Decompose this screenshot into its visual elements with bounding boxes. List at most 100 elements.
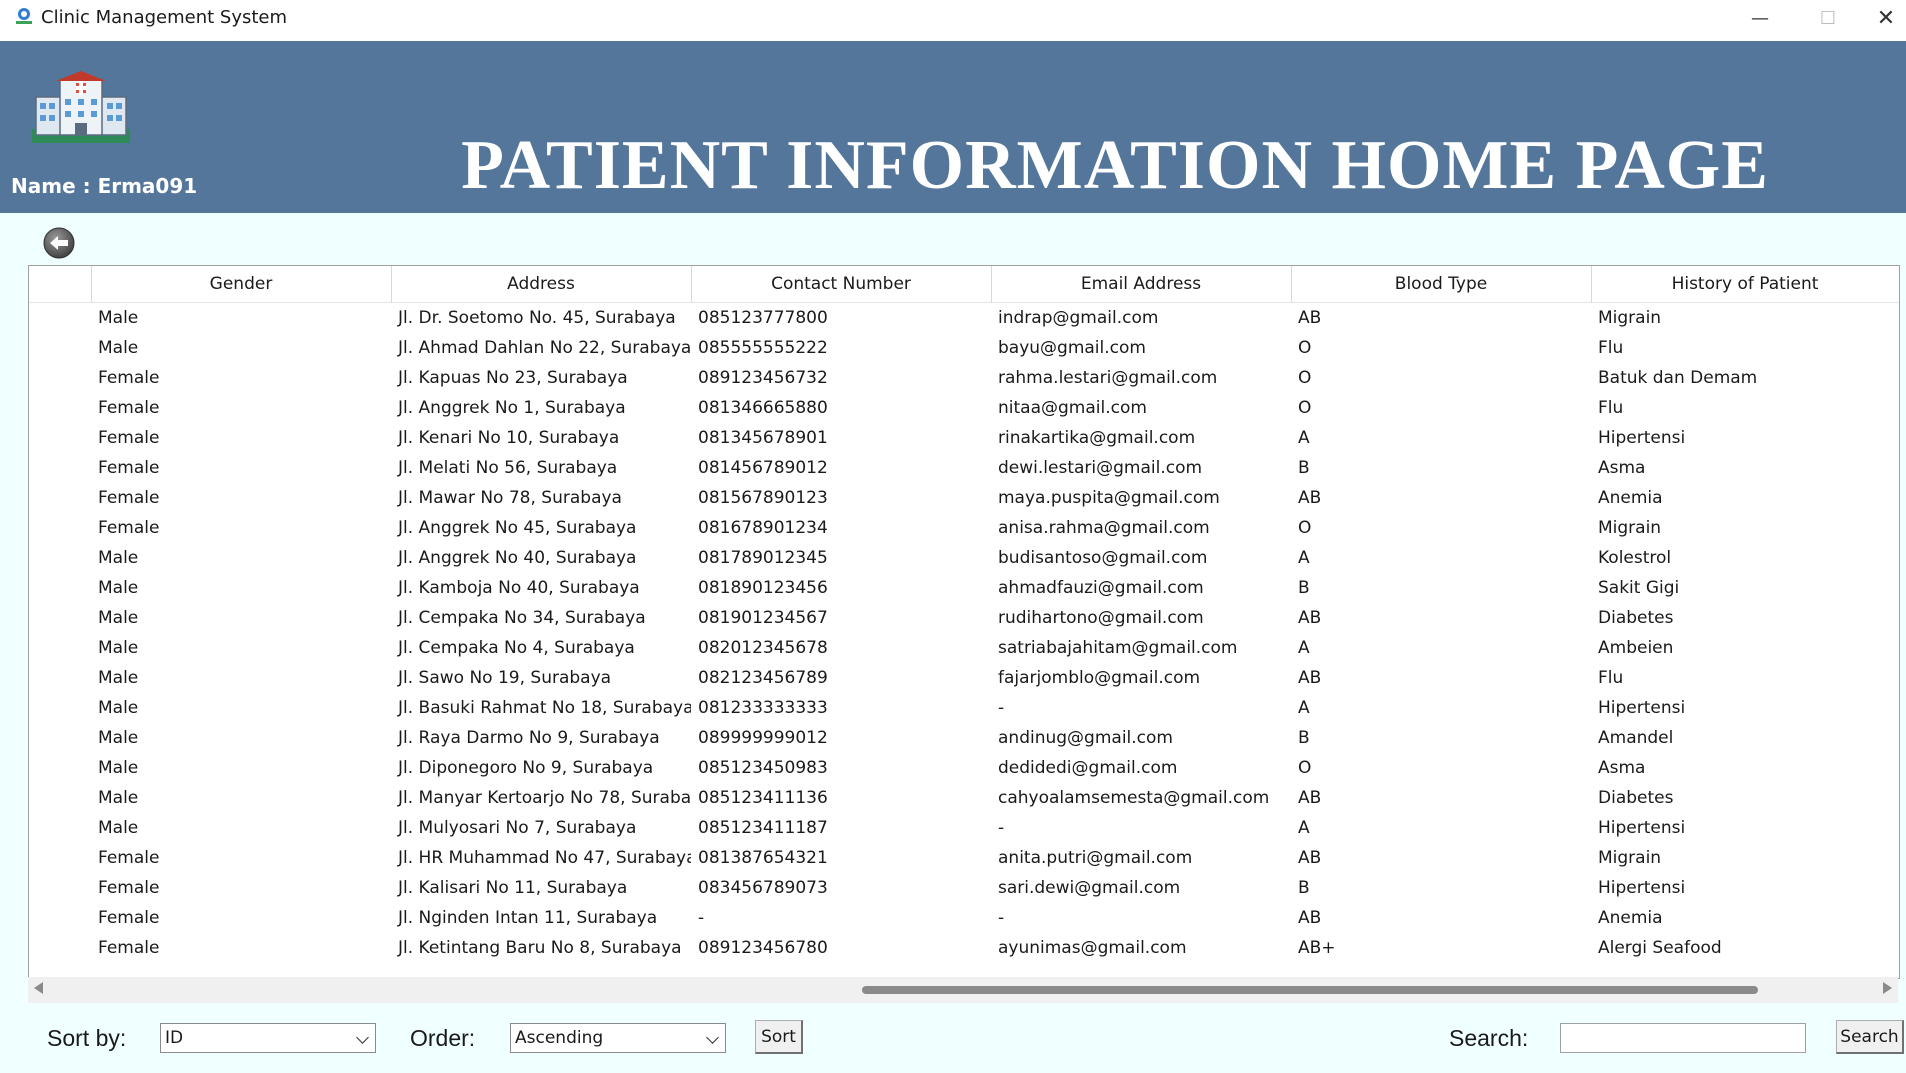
- table-cell[interactable]: Female: [91, 843, 391, 873]
- search-button[interactable]: Search: [1836, 1020, 1904, 1054]
- table-cell[interactable]: Male: [91, 753, 391, 783]
- table-cell[interactable]: Female: [91, 453, 391, 483]
- row-header-cell[interactable]: [29, 693, 91, 723]
- row-header-cell[interactable]: [29, 513, 91, 543]
- row-header-cell[interactable]: [29, 813, 91, 843]
- table-cell[interactable]: 081901234567: [691, 603, 991, 633]
- table-cell[interactable]: Female: [91, 873, 391, 903]
- table-cell[interactable]: ahmadfauzi@gmail.com: [991, 573, 1291, 603]
- table-cell[interactable]: 082012345678: [691, 633, 991, 663]
- table-cell[interactable]: Jl. Melati No 56, Surabaya: [391, 453, 691, 483]
- table-cell[interactable]: AB: [1291, 663, 1591, 693]
- table-cell[interactable]: 081678901234: [691, 513, 991, 543]
- table-cell[interactable]: 085123411136: [691, 783, 991, 813]
- table-cell[interactable]: AB: [1291, 603, 1591, 633]
- table-cell[interactable]: O: [1291, 753, 1591, 783]
- table-cell[interactable]: Asma: [1591, 753, 1899, 783]
- row-header-cell[interactable]: [29, 633, 91, 663]
- horizontal-scrollbar[interactable]: [28, 977, 1898, 1003]
- table-cell[interactable]: 081567890123: [691, 483, 991, 513]
- table-cell[interactable]: Jl. Mulyosari No 7, Surabaya: [391, 813, 691, 843]
- table-cell[interactable]: Male: [91, 663, 391, 693]
- table-cell[interactable]: 089123456780: [691, 933, 991, 963]
- table-cell[interactable]: Jl. Diponegoro No 9, Surabaya: [391, 753, 691, 783]
- row-header-cell[interactable]: [29, 453, 91, 483]
- table-cell[interactable]: B: [1291, 873, 1591, 903]
- table-cell[interactable]: Female: [91, 423, 391, 453]
- table-cell[interactable]: Jl. Raya Darmo No 9, Surabaya: [391, 723, 691, 753]
- table-cell[interactable]: AB: [1291, 843, 1591, 873]
- table-cell[interactable]: Jl. Dr. Soetomo No. 45, Surabaya: [391, 303, 691, 334]
- table-cell[interactable]: Jl. Mawar No 78, Surabaya: [391, 483, 691, 513]
- table-cell[interactable]: Jl. Basuki Rahmat No 18, Surabaya: [391, 693, 691, 723]
- table-cell[interactable]: 081789012345: [691, 543, 991, 573]
- table-cell[interactable]: Jl. HR Muhammad No 47, Surabaya: [391, 843, 691, 873]
- back-arrow-icon[interactable]: [43, 227, 75, 259]
- sort-by-select[interactable]: ID: [160, 1023, 376, 1053]
- table-cell[interactable]: Male: [91, 783, 391, 813]
- table-cell[interactable]: -: [991, 813, 1291, 843]
- table-cell[interactable]: Jl. Manyar Kertoarjo No 78, Surabaya: [391, 783, 691, 813]
- table-cell[interactable]: Male: [91, 333, 391, 363]
- table-cell[interactable]: ayunimas@gmail.com: [991, 933, 1291, 963]
- table-cell[interactable]: AB: [1291, 783, 1591, 813]
- table-cell[interactable]: 081387654321: [691, 843, 991, 873]
- maximize-button[interactable]: ☐: [1798, 0, 1858, 36]
- column-header[interactable]: Gender: [91, 266, 392, 303]
- table-row[interactable]: Female Jl. Kenari No 10, Surabaya 08134567…: [29, 423, 1899, 453]
- table-cell[interactable]: andinug@gmail.com: [991, 723, 1291, 753]
- row-header-cell[interactable]: [29, 753, 91, 783]
- table-row[interactable]: Male Jl. Dr. Soetomo No. 45, Surabaya 0851…: [29, 303, 1899, 334]
- table-cell[interactable]: Male: [91, 633, 391, 663]
- table-row[interactable]: Male Jl. Ahmad Dahlan No 22, Surabaya 0855…: [29, 333, 1899, 363]
- table-cell[interactable]: 082123456789: [691, 663, 991, 693]
- table-cell[interactable]: cahyoalamsemesta@gmail.com: [991, 783, 1291, 813]
- minimize-button[interactable]: —: [1730, 0, 1790, 36]
- table-cell[interactable]: Male: [91, 813, 391, 843]
- table-cell[interactable]: Diabetes: [1591, 783, 1899, 813]
- table-cell[interactable]: Ambeien: [1591, 633, 1899, 663]
- table-cell[interactable]: A: [1291, 693, 1591, 723]
- table-row[interactable]: Female Jl. Anggrek No 45, Surabaya 0816789…: [29, 513, 1899, 543]
- table-cell[interactable]: Male: [91, 303, 391, 334]
- table-cell[interactable]: Jl. Cempaka No 34, Surabaya: [391, 603, 691, 633]
- table-cell[interactable]: Hipertensi: [1591, 423, 1899, 453]
- row-header-cell[interactable]: [29, 843, 91, 873]
- table-cell[interactable]: Anemia: [1591, 903, 1899, 933]
- table-cell[interactable]: sari.dewi@gmail.com: [991, 873, 1291, 903]
- table-cell[interactable]: Jl. Kalisari No 11, Surabaya: [391, 873, 691, 903]
- table-cell[interactable]: Batuk dan Demam: [1591, 363, 1899, 393]
- table-cell[interactable]: indrap@gmail.com: [991, 303, 1291, 334]
- table-cell[interactable]: budisantoso@gmail.com: [991, 543, 1291, 573]
- table-row[interactable]: Male Jl. Sawo No 19, Surabaya 082123456789…: [29, 663, 1899, 693]
- table-cell[interactable]: anisa.rahma@gmail.com: [991, 513, 1291, 543]
- table-cell[interactable]: Male: [91, 603, 391, 633]
- table-cell[interactable]: O: [1291, 333, 1591, 363]
- column-header[interactable]: Address: [391, 266, 692, 303]
- table-cell[interactable]: Asma: [1591, 453, 1899, 483]
- table-cell[interactable]: 081890123456: [691, 573, 991, 603]
- table-row[interactable]: Female Jl. Kapuas No 23, Surabaya 08912345…: [29, 363, 1899, 393]
- table-cell[interactable]: AB: [1291, 303, 1591, 334]
- table-cell[interactable]: Sakit Gigi: [1591, 573, 1899, 603]
- table-cell[interactable]: nitaa@gmail.com: [991, 393, 1291, 423]
- table-cell[interactable]: Flu: [1591, 393, 1899, 423]
- table-cell[interactable]: B: [1291, 573, 1591, 603]
- patient-table[interactable]: Gender Address Contact Number Email Address…: [28, 265, 1900, 979]
- table-row[interactable]: Male Jl. Kamboja No 40, Surabaya 081890123…: [29, 573, 1899, 603]
- table-cell[interactable]: O: [1291, 393, 1591, 423]
- table-cell[interactable]: Male: [91, 543, 391, 573]
- table-cell[interactable]: Diabetes: [1591, 603, 1899, 633]
- table-cell[interactable]: Flu: [1591, 333, 1899, 363]
- table-row[interactable]: Male Jl. Mulyosari No 7, Surabaya 08512341…: [29, 813, 1899, 843]
- order-select[interactable]: Ascending: [510, 1023, 726, 1053]
- row-header-cell[interactable]: [29, 543, 91, 573]
- table-row[interactable]: Male Jl. Manyar Kertoarjo No 78, Surabaya…: [29, 783, 1899, 813]
- table-cell[interactable]: dedidedi@gmail.com: [991, 753, 1291, 783]
- table-cell[interactable]: Anemia: [1591, 483, 1899, 513]
- table-cell[interactable]: Jl. Cempaka No 4, Surabaya: [391, 633, 691, 663]
- table-cell[interactable]: 089123456732: [691, 363, 991, 393]
- column-header[interactable]: Blood Type: [1291, 266, 1592, 303]
- table-cell[interactable]: Jl. Anggrek No 1, Surabaya: [391, 393, 691, 423]
- column-header-rowheader[interactable]: [29, 266, 92, 303]
